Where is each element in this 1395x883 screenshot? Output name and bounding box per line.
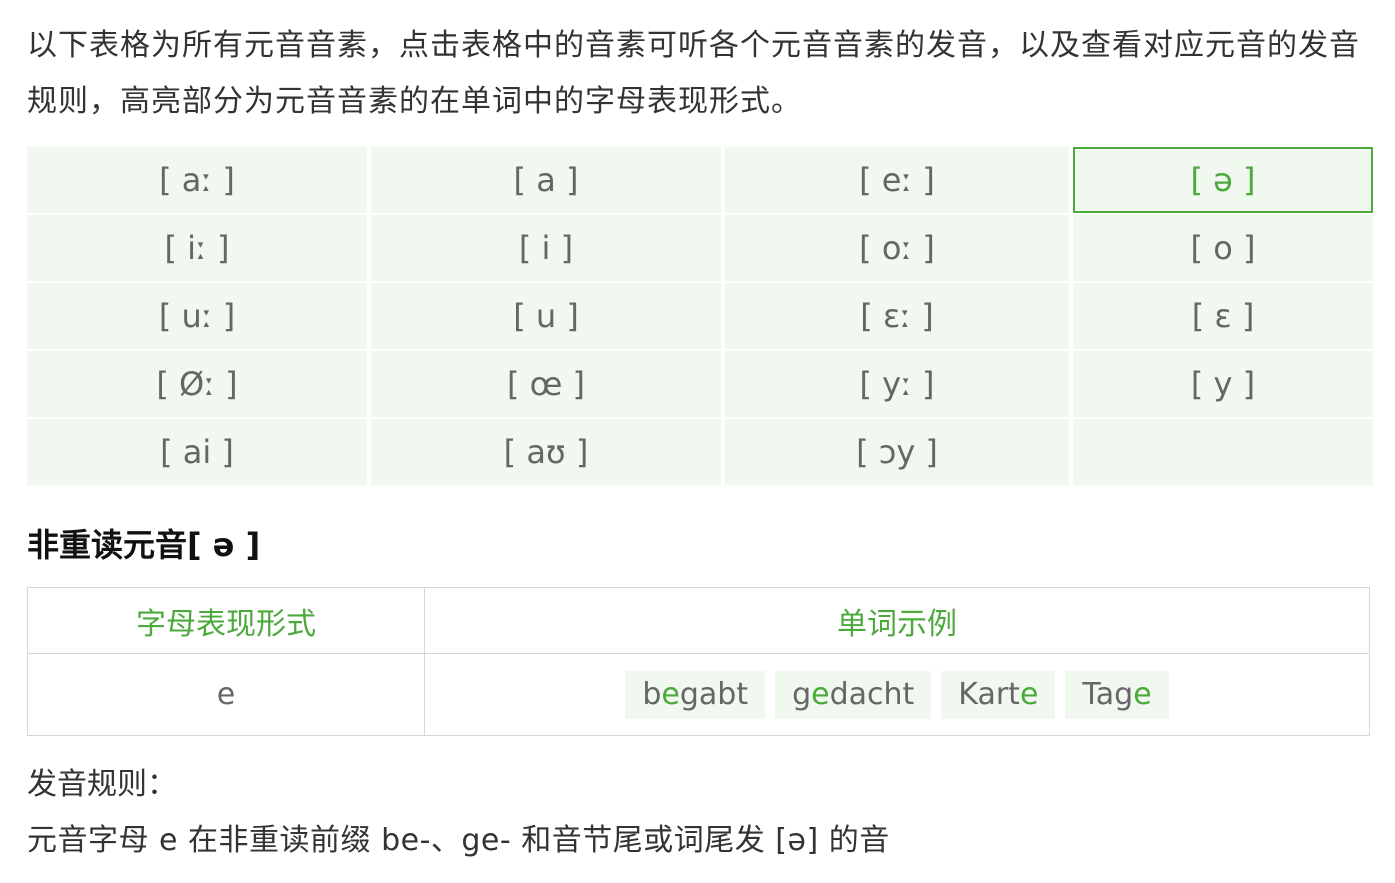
- example-word-chip[interactable]: Tag e: [1065, 670, 1169, 719]
- example-word-chip[interactable]: Kart e: [941, 670, 1056, 719]
- example-word-text: g: [792, 677, 812, 712]
- vowel-cell[interactable]: [ ɛ ]: [1073, 283, 1373, 349]
- vowel-cell[interactable]: [ ai ]: [27, 419, 367, 485]
- vowel-cell[interactable]: [ a ]: [371, 147, 721, 213]
- cell-letter-form: e: [28, 654, 425, 735]
- table-header-row: 字母表现形式 单词示例: [28, 588, 1369, 654]
- rule-text: 元音字母 e 在非重读前缀 be-、ge- 和音节尾或词尾发 [ə] 的音: [27, 823, 890, 858]
- example-word-list: b e gabt g e dacht Kart e Tag e: [625, 670, 1169, 719]
- vowel-cell[interactable]: [ eː ]: [725, 147, 1069, 213]
- example-word-text: Tag: [1082, 677, 1134, 712]
- vowel-cell[interactable]: [ ə ]: [1073, 147, 1373, 213]
- vowel-cell[interactable]: [ o ]: [1073, 215, 1373, 281]
- example-word-highlight: e: [1133, 677, 1152, 712]
- example-word-chip[interactable]: b e gabt: [625, 670, 766, 719]
- vowel-cell[interactable]: [ ɛː ]: [725, 283, 1069, 349]
- vowel-detail-table: 字母表现形式 单词示例 e b e gabt g e dacht Kart e Tag e: [27, 587, 1370, 736]
- vowel-cell[interactable]: [ yː ]: [725, 351, 1069, 417]
- vowel-cell-empty: [1073, 419, 1373, 485]
- vowel-cell[interactable]: [ iː ]: [27, 215, 367, 281]
- rule-label: 发音规则：: [27, 767, 177, 802]
- vowel-grid: [ aː ][ a ][ eː ][ ə ][ iː ][ i ][ oː ][…: [27, 147, 1373, 485]
- vowel-cell[interactable]: [ aː ]: [27, 147, 367, 213]
- vowel-cell[interactable]: [ aʊ ]: [371, 419, 721, 485]
- vowel-cell[interactable]: [ Øː ]: [27, 351, 367, 417]
- vowel-cell[interactable]: [ y ]: [1073, 351, 1373, 417]
- header-letter-form: 字母表现形式: [136, 606, 316, 642]
- vowel-cell[interactable]: [ ɔy ]: [725, 419, 1069, 485]
- header-word-examples: 单词示例: [837, 606, 957, 642]
- section-title: 非重读元音[ ə ]: [27, 526, 261, 564]
- example-word-highlight: e: [1019, 677, 1039, 712]
- header-cell-word-examples: 单词示例: [425, 588, 1369, 653]
- example-word-highlight: e: [811, 677, 830, 712]
- page: 以下表格为所有元音音素，点击表格中的音素可听各个元音音素的发音，以及查看对应元音…: [0, 0, 1395, 883]
- cell-word-examples: b e gabt g e dacht Kart e Tag e: [425, 654, 1369, 735]
- example-word-text: gabt: [679, 677, 749, 712]
- vowel-cell[interactable]: [ oː ]: [725, 215, 1069, 281]
- example-word-text: b: [642, 677, 662, 712]
- example-word-text: dacht: [829, 677, 915, 712]
- table-row: e b e gabt g e dacht Kart e Tag e: [28, 654, 1369, 735]
- intro-text: 以下表格为所有元音音素，点击表格中的音素可听各个元音音素的发音，以及查看对应元音…: [27, 28, 1360, 119]
- vowel-cell[interactable]: [ œ ]: [371, 351, 721, 417]
- vowel-cell[interactable]: [ uː ]: [27, 283, 367, 349]
- vowel-cell[interactable]: [ u ]: [371, 283, 721, 349]
- letter-form-value: e: [216, 677, 236, 712]
- vowel-cell[interactable]: [ i ]: [371, 215, 721, 281]
- example-word-highlight: e: [661, 677, 680, 712]
- example-word-chip[interactable]: g e dacht: [775, 670, 932, 719]
- header-cell-letter-form: 字母表现形式: [28, 588, 425, 653]
- example-word-text: Kart: [958, 677, 1020, 712]
